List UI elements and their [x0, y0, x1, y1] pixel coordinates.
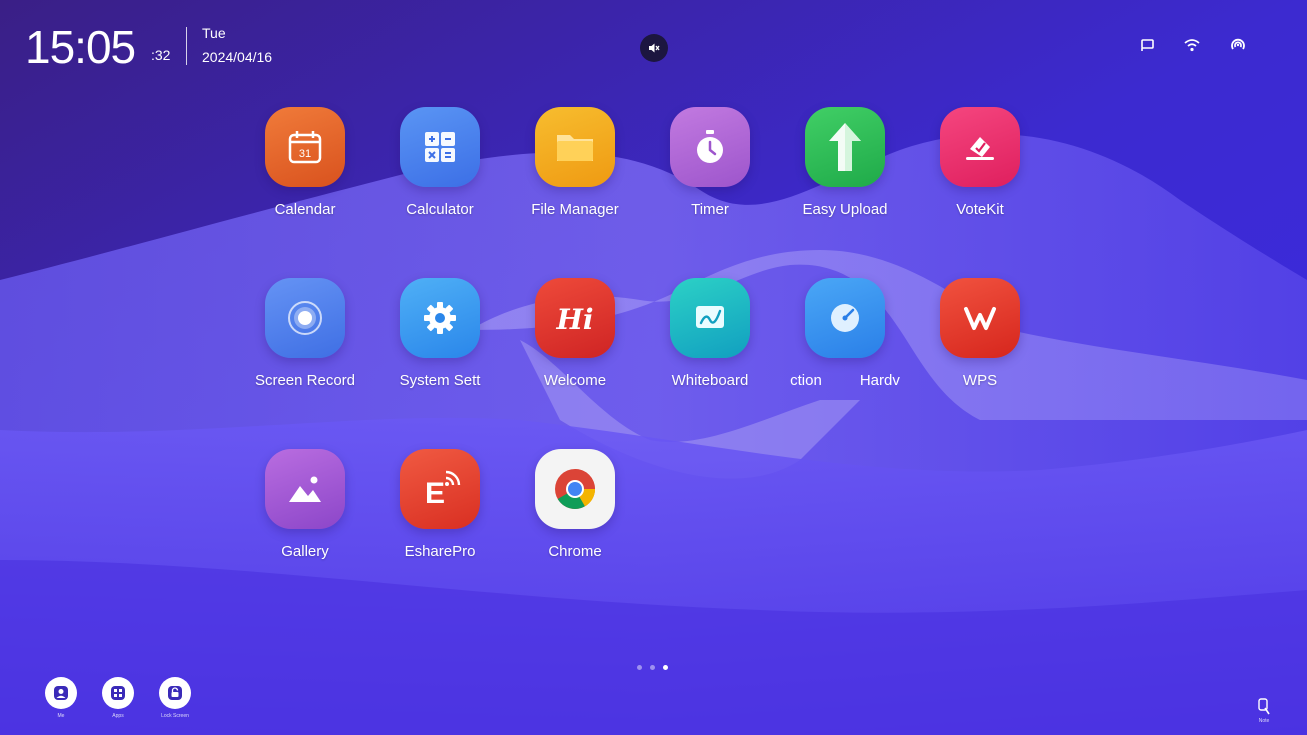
dock-label: Note [1258, 718, 1270, 724]
clock-seconds: :32 [151, 47, 171, 63]
dock-label: Apps [112, 713, 124, 719]
page-dot-active[interactable] [663, 665, 668, 670]
app-label: Calendar [274, 201, 336, 218]
page-dot[interactable] [650, 665, 655, 670]
calculator-icon [400, 107, 480, 187]
apps-grid-icon [111, 686, 125, 700]
eshare-icon: E [400, 449, 480, 529]
app-hardware-detection[interactable]: ction Hardv [775, 278, 915, 408]
app-label: Whiteboard [671, 372, 749, 389]
stopwatch-icon [670, 107, 750, 187]
svg-text:E: E [425, 477, 445, 510]
lock-icon [168, 686, 182, 700]
wps-icon [940, 278, 1020, 358]
gallery-icon [265, 449, 345, 529]
chrome-icon [535, 449, 615, 529]
upload-arrow-icon [805, 107, 885, 187]
app-whiteboard[interactable]: Whiteboard [640, 278, 780, 408]
app-esharepro[interactable]: E EsharePro [370, 449, 510, 579]
app-label: Gallery [281, 543, 329, 560]
wifi-icon[interactable] [1181, 34, 1203, 56]
app-file-manager[interactable]: File Manager [505, 107, 645, 237]
folder-icon [535, 107, 615, 187]
gear-icon [400, 278, 480, 358]
app-label: Calculator [406, 201, 474, 218]
user-icon [54, 686, 68, 700]
app-label: Chrome [548, 543, 602, 560]
app-timer[interactable]: Timer [640, 107, 780, 237]
app-label: WPS [962, 372, 998, 389]
app-wps[interactable]: WPS [910, 278, 1050, 408]
vote-icon [940, 107, 1020, 187]
app-label: File Manager [531, 201, 619, 218]
app-label: EsharePro [404, 543, 476, 560]
calendar-icon: 31 [265, 107, 345, 187]
hi-icon: Hi [535, 278, 615, 358]
gauge-icon [805, 278, 885, 358]
user-button[interactable] [45, 677, 77, 709]
app-calendar[interactable]: 31 Calendar [235, 107, 375, 237]
app-label-secondary: Hardv [859, 372, 900, 389]
clock-divider [186, 27, 187, 65]
app-label: System Sett [399, 372, 481, 389]
clock-date: 2024/04/16 [202, 49, 273, 65]
app-system-settings[interactable]: System Sett [370, 278, 510, 408]
app-easy-upload[interactable]: Easy Upload [775, 107, 915, 237]
app-label: Welcome [543, 372, 607, 389]
split-label: ction Hardv [790, 372, 900, 389]
clock-day: Tue [202, 25, 226, 41]
app-label: Timer [691, 201, 729, 218]
app-votekit[interactable]: VoteKit [910, 107, 1050, 237]
svg-text:Hi: Hi [555, 303, 593, 336]
app-label: Easy Upload [802, 201, 888, 218]
app-gallery[interactable]: Gallery [235, 449, 375, 579]
app-label: VoteKit [956, 201, 1004, 218]
home-screen: 15:05 :32 Tue 2024/04/16 31 Calendar Cal… [0, 0, 1307, 735]
app-label: ction [790, 372, 822, 389]
annotate-icon[interactable] [1256, 698, 1272, 716]
app-welcome[interactable]: Hi Welcome [505, 278, 645, 408]
app-screen-record[interactable]: Screen Record [235, 278, 375, 408]
hotspot-icon[interactable] [1227, 34, 1249, 56]
app-calculator[interactable]: Calculator [370, 107, 510, 237]
cast-icon[interactable] [1136, 34, 1158, 56]
whiteboard-icon [670, 278, 750, 358]
volume-mute-icon[interactable] [640, 34, 668, 62]
app-chrome[interactable]: Chrome [505, 449, 645, 579]
dock-label: Lock Screen [161, 713, 189, 719]
lock-screen-button[interactable] [159, 677, 191, 709]
clock-time: 15:05 [25, 21, 136, 73]
svg-text:31: 31 [299, 148, 311, 160]
app-label: Screen Record [254, 372, 356, 389]
apps-button[interactable] [102, 677, 134, 709]
dock-label: Me [57, 713, 65, 719]
record-icon [265, 278, 345, 358]
page-dot[interactable] [637, 665, 642, 670]
